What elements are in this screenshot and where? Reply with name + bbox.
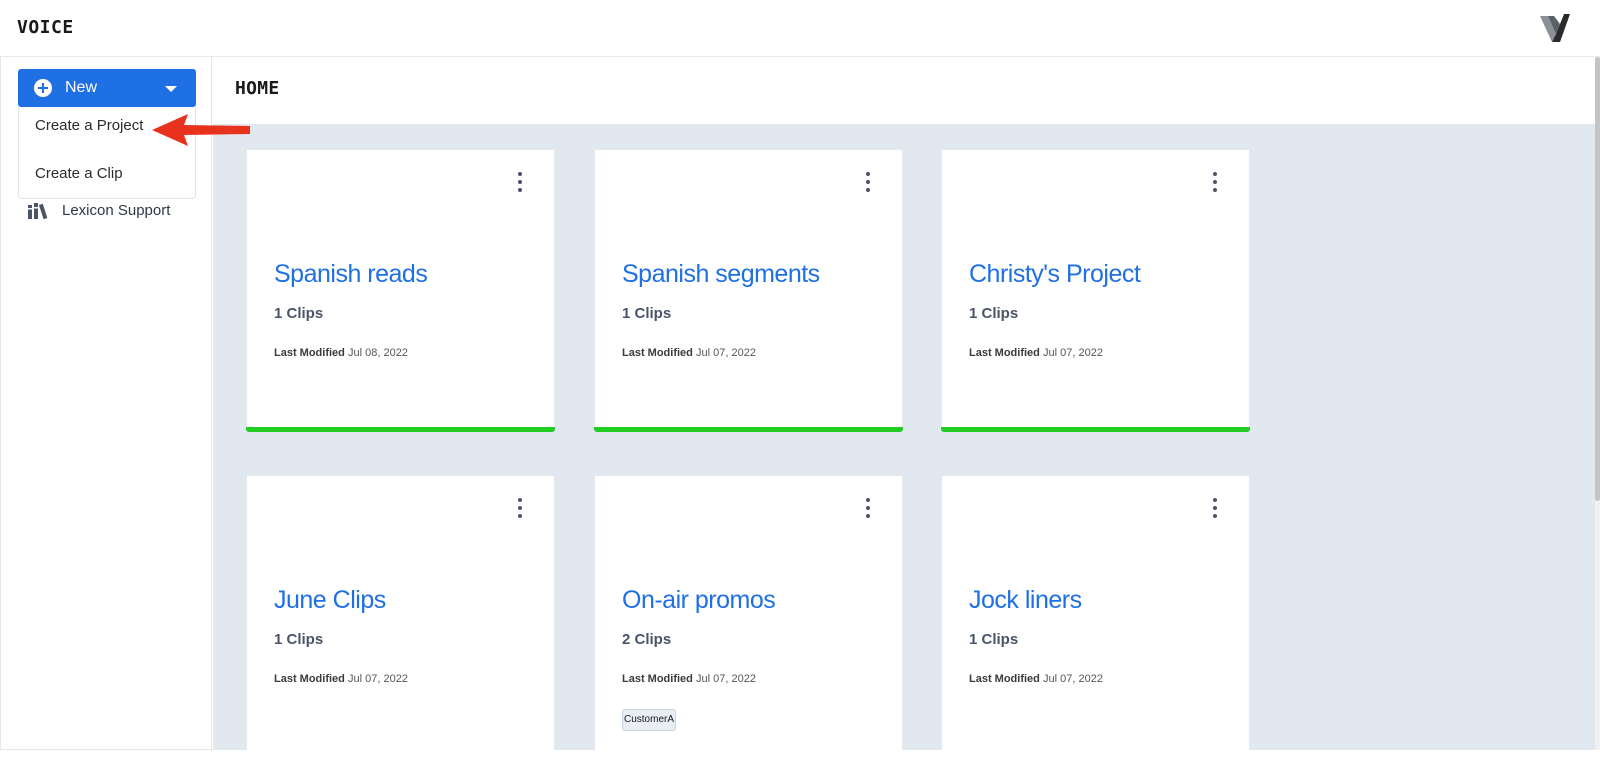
- last-modified-label: Last Modified: [969, 347, 1040, 359]
- project-title[interactable]: On-air promos: [622, 586, 776, 615]
- more-options-icon[interactable]: [863, 172, 873, 194]
- project-card[interactable]: Spanish segments 1 Clips Last Modified J…: [594, 149, 903, 432]
- clip-count: 1 Clips: [622, 305, 672, 322]
- menu-item-create-project[interactable]: Create a Project: [35, 117, 143, 134]
- status-bar: [246, 427, 555, 432]
- last-modified-date: Jul 08, 2022: [348, 347, 408, 359]
- main-header: HOME: [213, 57, 1600, 124]
- project-title[interactable]: Jock liners: [969, 586, 1082, 615]
- more-options-icon[interactable]: [515, 172, 525, 194]
- scrollbar-thumb[interactable]: [1595, 57, 1600, 501]
- more-options-icon[interactable]: [515, 498, 525, 520]
- last-modified-date: Jul 07, 2022: [1043, 673, 1103, 685]
- project-card[interactable]: Spanish reads 1 Clips Last Modified Jul …: [246, 149, 555, 432]
- project-grid: Spanish reads 1 Clips Last Modified Jul …: [213, 124, 1595, 750]
- project-title[interactable]: June Clips: [274, 586, 386, 615]
- project-title[interactable]: Christy's Project: [969, 260, 1141, 289]
- books-icon: [28, 203, 48, 219]
- project-title[interactable]: Spanish reads: [274, 260, 428, 289]
- clip-count: 2 Clips: [622, 631, 672, 648]
- app-title: VOICE: [17, 17, 74, 38]
- clip-count: 1 Clips: [969, 631, 1019, 648]
- top-bar: VOICE: [0, 0, 1600, 57]
- status-bar: [941, 427, 1250, 432]
- sidebar: New Create a Project Create a Clip Lexic…: [0, 57, 212, 750]
- more-options-icon[interactable]: [1210, 498, 1220, 520]
- project-card[interactable]: June Clips 1 Clips Last Modified Jul 07,…: [246, 475, 555, 750]
- new-button[interactable]: New: [18, 69, 196, 107]
- more-options-icon[interactable]: [863, 498, 873, 520]
- last-modified-date: Jul 07, 2022: [696, 673, 756, 685]
- vertical-scrollbar[interactable]: [1595, 57, 1600, 750]
- last-modified-date: Jul 07, 2022: [348, 673, 408, 685]
- status-bar: [594, 427, 903, 432]
- last-modified-date: Jul 07, 2022: [696, 347, 756, 359]
- last-modified-label: Last Modified: [274, 673, 345, 685]
- caret-down-icon: [165, 86, 177, 92]
- clip-count: 1 Clips: [274, 631, 324, 648]
- project-card[interactable]: Christy's Project 1 Clips Last Modified …: [941, 149, 1250, 432]
- last-modified-date: Jul 07, 2022: [1043, 347, 1103, 359]
- plus-circle-icon: [34, 79, 52, 97]
- last-modified-label: Last Modified: [274, 347, 345, 359]
- clip-count: 1 Clips: [969, 305, 1019, 322]
- last-modified-label: Last Modified: [969, 673, 1040, 685]
- project-title[interactable]: Spanish segments: [622, 260, 820, 289]
- sidebar-item-label: Lexicon Support: [62, 202, 171, 219]
- last-modified-label: Last Modified: [622, 673, 693, 685]
- more-options-icon[interactable]: [1210, 172, 1220, 194]
- brand-logo-icon[interactable]: [1540, 14, 1570, 42]
- project-card[interactable]: On-air promos 2 Clips Last Modified Jul …: [594, 475, 903, 750]
- last-modified-label: Last Modified: [622, 347, 693, 359]
- annotation-arrow-icon: [152, 114, 250, 146]
- clip-count: 1 Clips: [274, 305, 324, 322]
- page-title: HOME: [235, 78, 280, 99]
- customer-tag[interactable]: CustomerA: [622, 709, 677, 731]
- project-card[interactable]: Jock liners 1 Clips Last Modified Jul 07…: [941, 475, 1250, 750]
- menu-item-create-clip[interactable]: Create a Clip: [35, 165, 123, 182]
- new-button-label: New: [65, 79, 98, 96]
